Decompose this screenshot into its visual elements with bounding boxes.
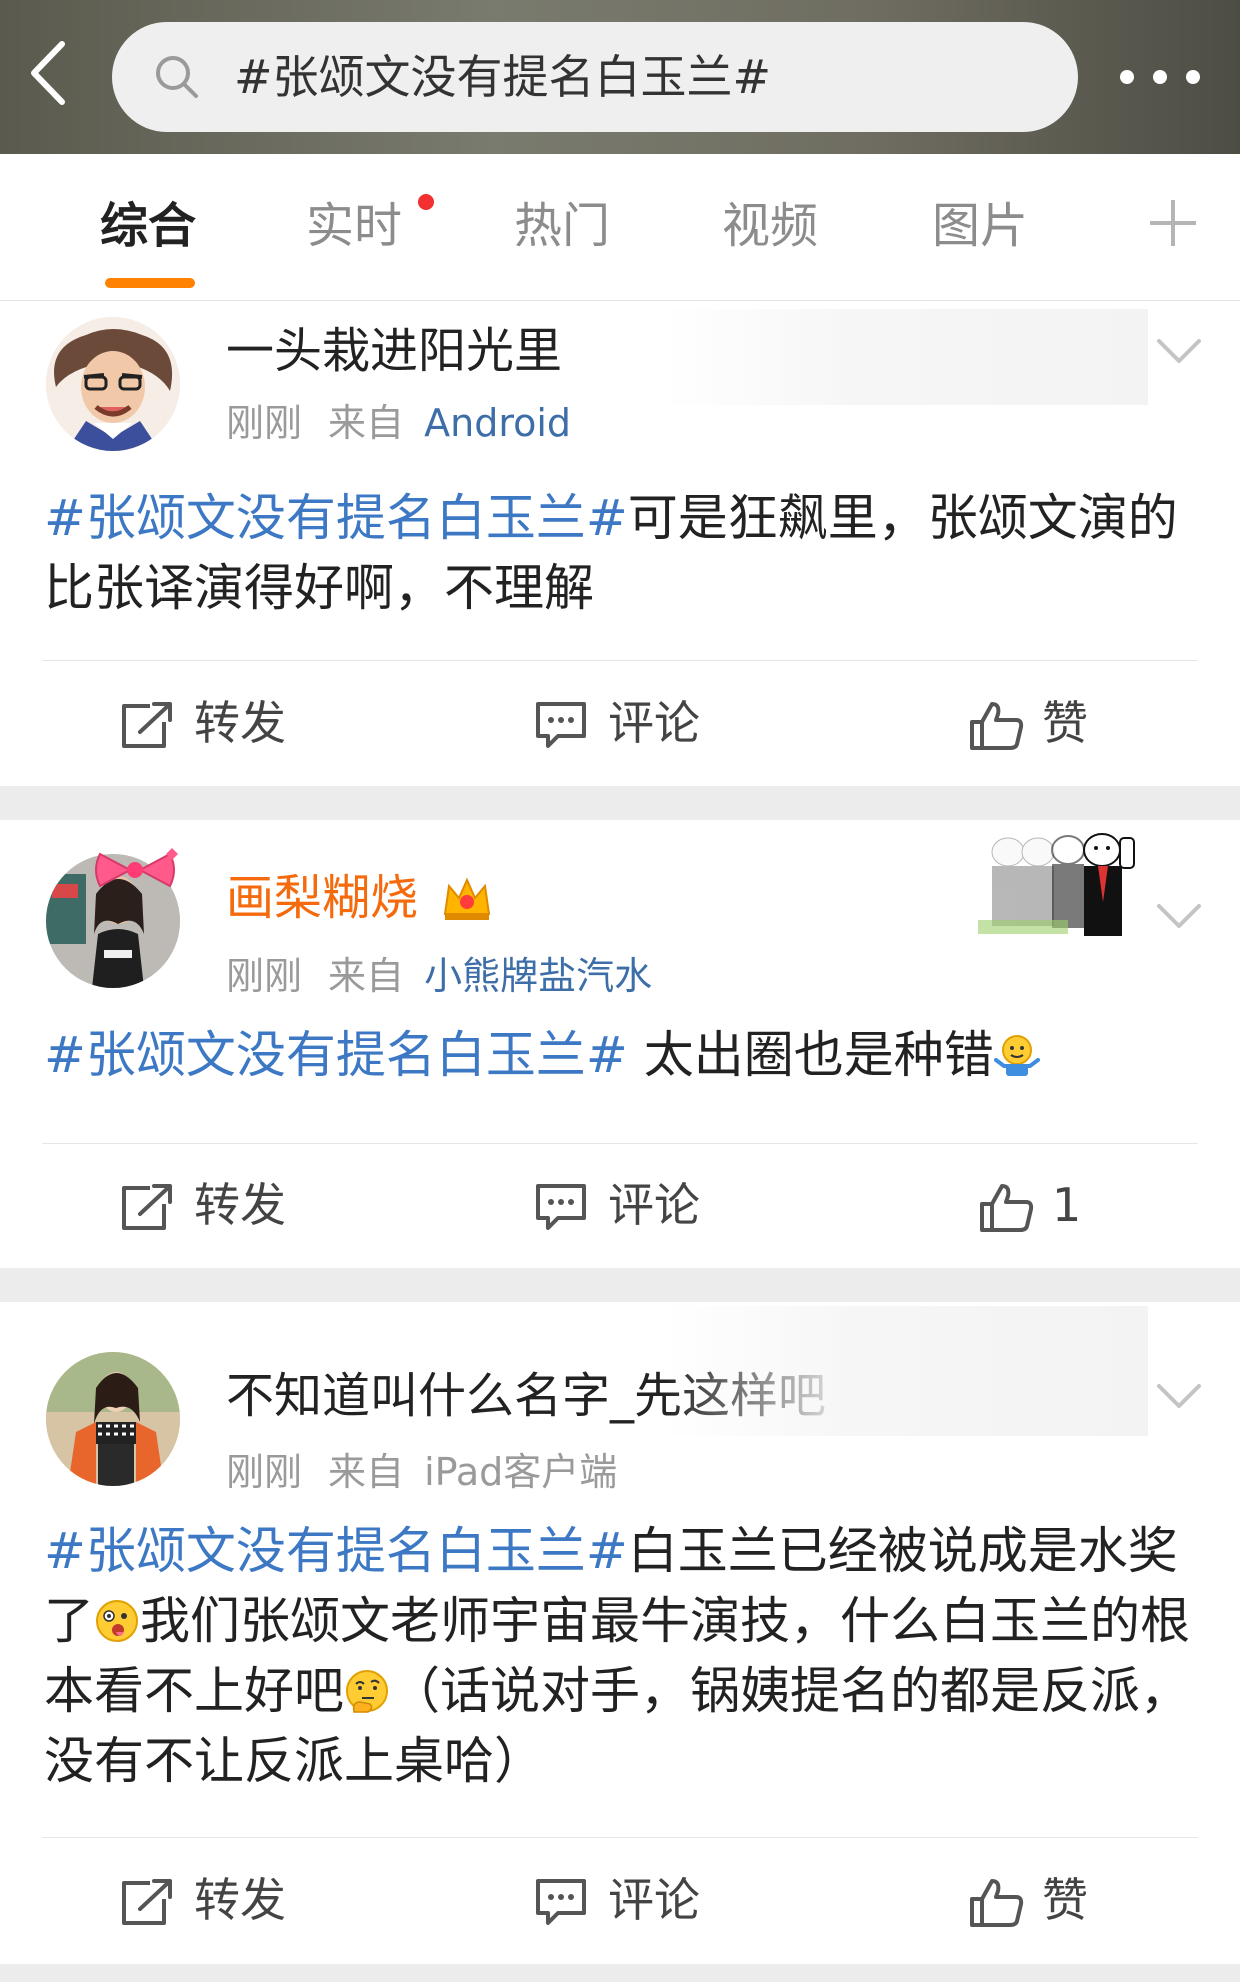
repost-icon <box>122 702 172 748</box>
like-count: 1 <box>1052 1178 1082 1232</box>
chevron-down-icon[interactable] <box>1156 1382 1202 1412</box>
post-meta: 刚刚 来自 Android <box>226 397 571 449</box>
thumbs-up-icon <box>970 1879 1024 1927</box>
post-text: #张颂文没有提名白玉兰#可是狂飙里，张颂文演的比张译演得好啊，不理解 <box>44 483 1204 623</box>
source-text: iPad客户端 <box>424 1450 618 1494</box>
username[interactable]: 一头栽进阳光里 <box>226 319 562 383</box>
top-bar: #张颂文没有提名白玉兰# <box>0 0 1240 154</box>
comment-label: 评论 <box>608 1178 700 1232</box>
more-dot-icon <box>1186 70 1200 84</box>
repost-label: 转发 <box>194 1178 286 1232</box>
more-dot-icon <box>1153 70 1167 84</box>
avatar[interactable] <box>46 317 180 451</box>
post-card: 不知道叫什么名字_先这样吧 刚刚 来自 iPad客户端 #张颂文没有提名白玉兰#白… <box>0 1302 1240 1964</box>
like-label: 赞 <box>1042 696 1088 750</box>
more-options-button[interactable] <box>1112 58 1208 98</box>
chevron-left-icon <box>31 41 65 105</box>
avatar-photo-icon <box>46 1352 180 1486</box>
post-card: 画梨糊烧 刚刚 来自 小熊牌盐汽水 #张颂文没有提名白玉兰# 太出圈也是种错 转… <box>0 820 1240 1268</box>
comment-button[interactable]: 评论 <box>534 1865 754 1935</box>
like-label: 赞 <box>1042 1873 1088 1927</box>
repost-label: 转发 <box>194 1873 286 1927</box>
repost-button[interactable]: 转发 <box>120 688 340 758</box>
card-sticker-decoration <box>968 822 1150 942</box>
bow-decoration-icon <box>95 848 178 888</box>
topic-link[interactable]: #张颂文没有提名白玉兰# <box>44 489 628 547</box>
comment-button[interactable]: 评论 <box>534 1170 754 1240</box>
avatar-cartoon-icon <box>46 317 180 451</box>
post-card: 一头栽进阳光里 刚刚 来自 Android #张颂文没有提名白玉兰#可是狂飙里，张… <box>0 301 1240 786</box>
card-decoration <box>664 309 1148 405</box>
add-tab-icon[interactable] <box>1150 200 1196 246</box>
username[interactable]: 画梨糊烧 <box>226 866 493 930</box>
comment-icon <box>536 1184 586 1230</box>
like-button[interactable]: 赞 <box>968 1865 1168 1935</box>
post-text: #张颂文没有提名白玉兰# 太出圈也是种错 <box>44 1020 1204 1090</box>
search-box[interactable]: #张颂文没有提名白玉兰# <box>112 22 1078 132</box>
new-dot-badge <box>418 194 434 210</box>
source-prefix: 来自 <box>328 401 405 445</box>
source-link[interactable]: 小熊牌盐汽水 <box>424 954 652 998</box>
tongue-out-emoji-icon <box>96 1600 138 1642</box>
source-prefix: 来自 <box>328 954 405 998</box>
topic-link[interactable]: #张颂文没有提名白玉兰# <box>44 1522 628 1580</box>
shrug-emoji-icon <box>993 1035 1040 1076</box>
comment-button[interactable]: 评论 <box>534 688 754 758</box>
divider <box>42 1143 1198 1144</box>
comment-icon <box>536 702 586 748</box>
topic-link[interactable]: #张颂文没有提名白玉兰# <box>44 1026 628 1084</box>
divider <box>42 1837 1198 1838</box>
tab-hot[interactable]: 热门 <box>514 194 610 258</box>
thumbs-up-icon <box>980 1184 1034 1232</box>
repost-button[interactable]: 转发 <box>120 1865 340 1935</box>
search-query[interactable]: #张颂文没有提名白玉兰# <box>234 44 771 110</box>
tab-comprehensive[interactable]: 综合 <box>100 194 196 258</box>
vip-crown-icon <box>444 877 491 920</box>
post-time: 刚刚 <box>226 1450 303 1494</box>
post-time: 刚刚 <box>226 954 303 998</box>
thumbs-up-icon <box>970 702 1024 750</box>
post-meta: 刚刚 来自 iPad客户端 <box>226 1446 617 1498</box>
chevron-down-icon[interactable] <box>1156 337 1202 367</box>
source-link[interactable]: Android <box>424 401 571 445</box>
post-time: 刚刚 <box>226 401 303 445</box>
active-tab-indicator <box>105 278 195 288</box>
repost-icon <box>122 1184 172 1230</box>
comment-icon <box>536 1879 586 1925</box>
tab-realtime[interactable]: 实时 <box>306 194 402 258</box>
post-text: #张颂文没有提名白玉兰#白玉兰已经被说成是水奖了 我们张颂文老师宇宙最牛演技，什… <box>44 1516 1204 1796</box>
divider <box>42 660 1198 661</box>
tab-video[interactable]: 视频 <box>722 194 818 258</box>
like-button[interactable]: 1 <box>978 1170 1108 1240</box>
comment-label: 评论 <box>608 696 700 750</box>
like-button[interactable]: 赞 <box>968 688 1168 758</box>
thinking-emoji-icon <box>346 1670 388 1713</box>
comment-label: 评论 <box>608 1873 700 1927</box>
card-decoration <box>664 1306 1148 1436</box>
more-dot-icon <box>1120 70 1134 84</box>
repost-button[interactable]: 转发 <box>120 1170 340 1240</box>
repost-icon <box>122 1879 172 1925</box>
repost-label: 转发 <box>194 696 286 750</box>
tab-images[interactable]: 图片 <box>932 194 1028 258</box>
post-text-part: 太出圈也是种错 <box>627 1026 994 1084</box>
post-meta: 刚刚 来自 小熊牌盐汽水 <box>226 950 652 1002</box>
avatar[interactable] <box>46 1352 180 1486</box>
chevron-down-icon[interactable] <box>1156 902 1202 932</box>
source-prefix: 来自 <box>328 1450 405 1494</box>
back-button[interactable] <box>28 38 88 118</box>
username-text: 画梨糊烧 <box>226 870 419 926</box>
search-icon <box>156 56 198 98</box>
